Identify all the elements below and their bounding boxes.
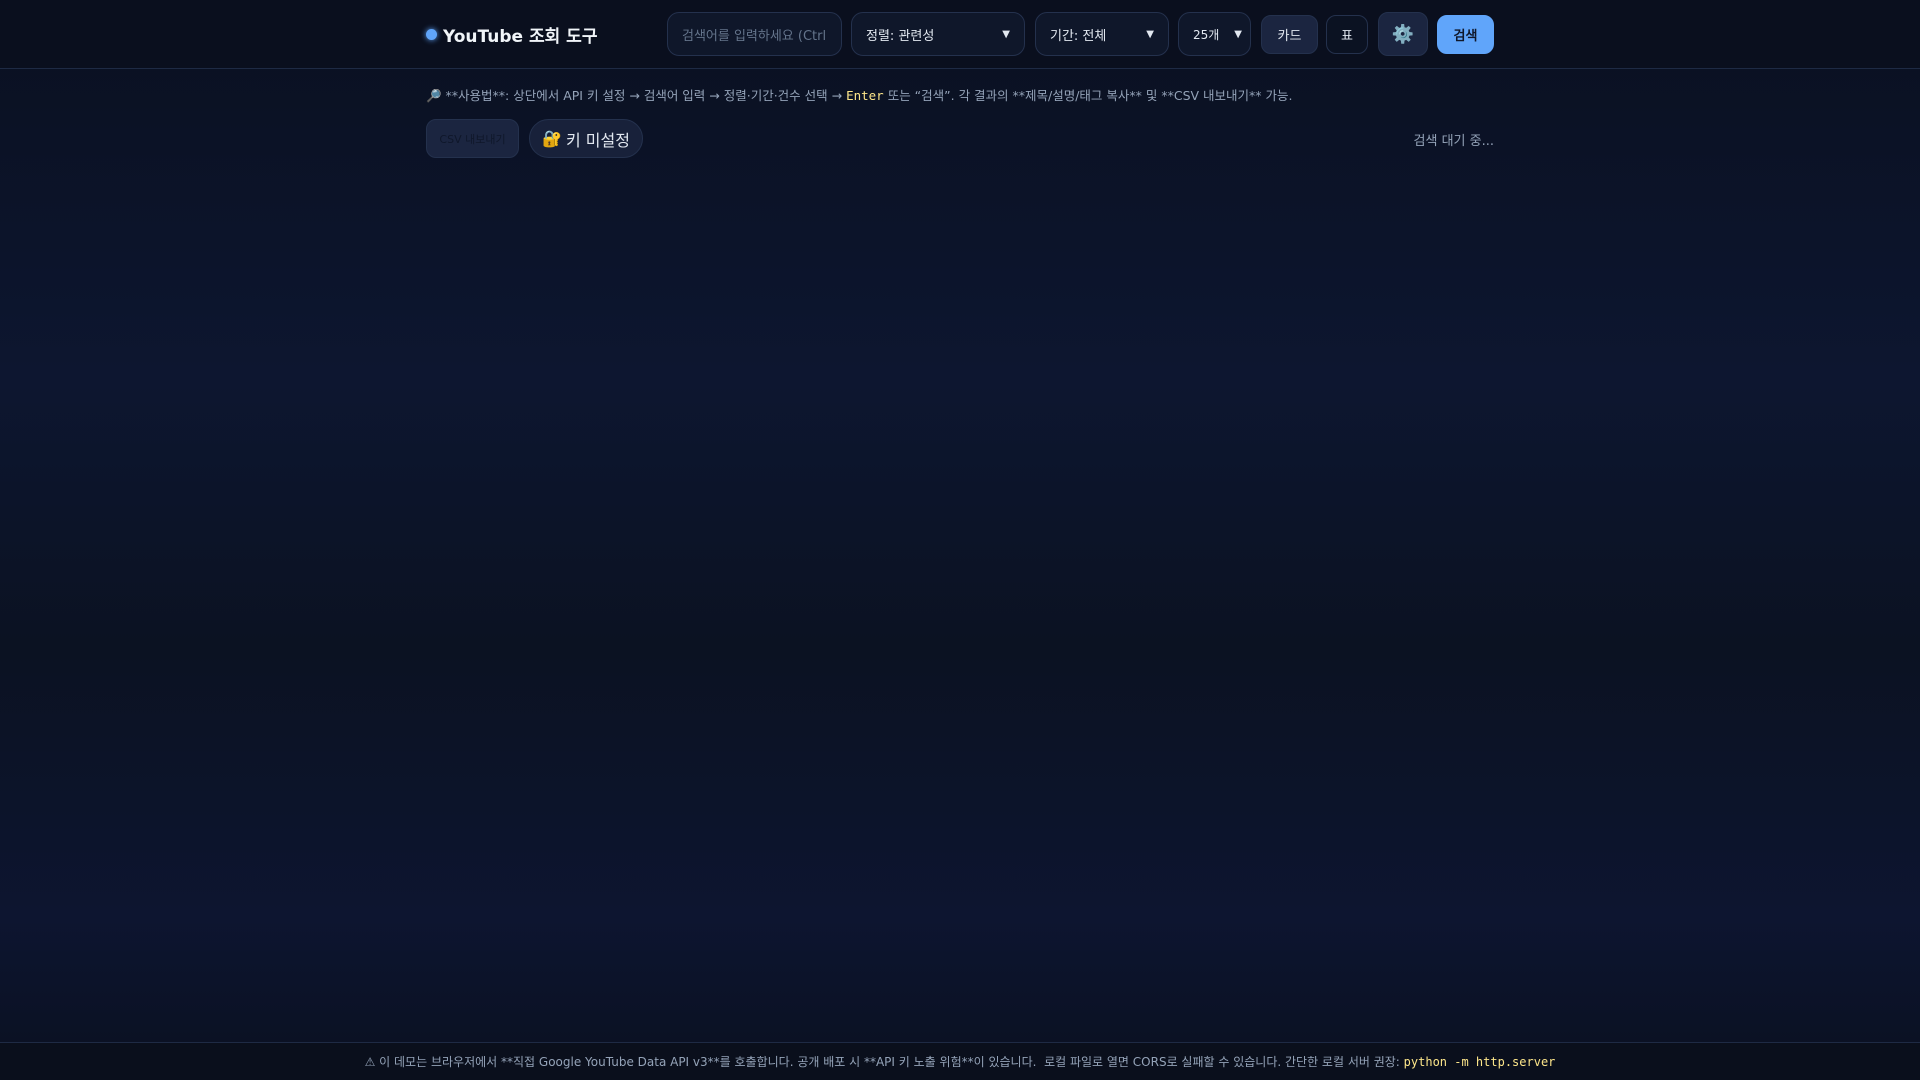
view-table-button[interactable]: 표 xyxy=(1326,15,1368,54)
key-status-label: 키 미설정 xyxy=(565,130,630,150)
brand: YouTube 조회 도구 xyxy=(426,22,597,47)
search-input[interactable]: 검색어를 입력하세요 (Ctrl+K) xyxy=(667,12,842,56)
gear-icon: ⚙️ xyxy=(1391,23,1415,45)
settings-button[interactable]: ⚙️ xyxy=(1378,12,1428,56)
search-status: 검색 대기 중... xyxy=(1413,134,1494,149)
sort-select[interactable]: 정렬: 관련성 ▼ xyxy=(851,12,1025,56)
chevron-down-icon: ▼ xyxy=(1146,28,1154,40)
status-dot-icon xyxy=(426,29,437,40)
footer-text: ⚠ 이 데모는 브라우저에서 **직접 Google YouTube Data … xyxy=(364,1055,1404,1069)
chevron-down-icon: ▼ xyxy=(1234,28,1242,40)
app-title: YouTube 조회 도구 xyxy=(443,27,598,47)
api-key-status-button[interactable]: 🔐 키 미설정 xyxy=(529,119,643,158)
count-select[interactable]: 25개 ▼ xyxy=(1178,12,1251,56)
footer-notice: ⚠ 이 데모는 브라우저에서 **직접 Google YouTube Data … xyxy=(0,1053,1920,1070)
search-placeholder: 검색어를 입력하세요 (Ctrl+K) xyxy=(682,28,827,44)
top-bar: YouTube 조회 도구 검색어를 입력하세요 (Ctrl+K) 정렬: 관련… xyxy=(0,0,1920,69)
server-command: python -m http.server xyxy=(1403,1055,1556,1069)
usage-text-end: 또는 “검색”. 각 결과의 **제목/설명/태그 복사** 및 **CSV 내… xyxy=(883,88,1293,103)
view-card-button[interactable]: 카드 xyxy=(1261,15,1318,54)
lock-key-icon: 🔐 xyxy=(542,129,562,148)
search-button[interactable]: 검색 xyxy=(1437,15,1494,54)
count-value: 25개 xyxy=(1193,27,1220,42)
chevron-down-icon: ▼ xyxy=(1002,28,1010,40)
period-select[interactable]: 기간: 전체 ▼ xyxy=(1035,12,1169,56)
enter-key: Enter xyxy=(846,88,884,103)
usage-info: 🔎 **사용법**: 상단에서 API 키 설정 → 검색어 입력 → 정렬·기… xyxy=(426,85,1293,104)
usage-text: 🔎 **사용법**: 상단에서 API 키 설정 → 검색어 입력 → 정렬·기… xyxy=(426,88,847,103)
sort-value: 정렬: 관련성 xyxy=(866,28,935,44)
period-value: 기간: 전체 xyxy=(1050,28,1107,44)
csv-export-button[interactable]: CSV 내보내기 xyxy=(426,119,519,158)
